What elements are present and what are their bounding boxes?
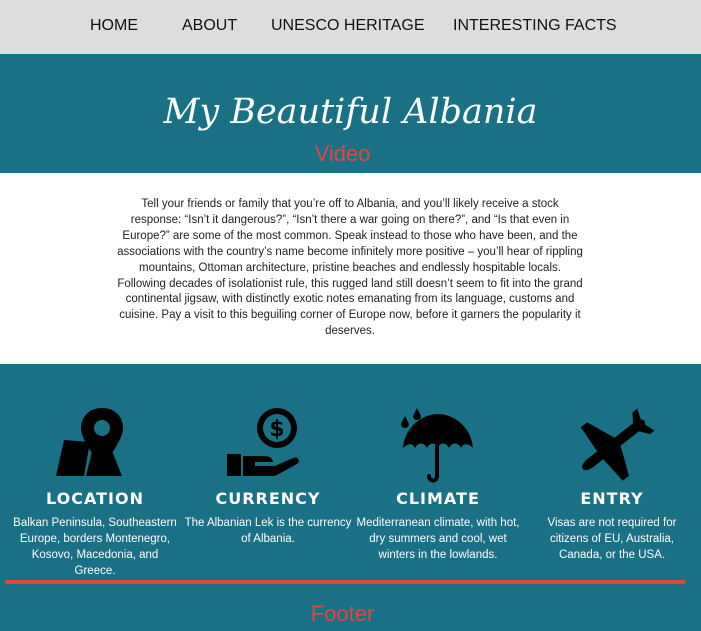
currency-hand-icon: $ xyxy=(227,408,299,476)
feature-description: Balkan Peninsula, Southeastern Europe, b… xyxy=(13,517,177,577)
feature-title: LOCATION xyxy=(46,489,144,508)
footer-divider xyxy=(5,580,685,584)
feature-title: CURRENCY xyxy=(215,489,321,508)
feature-description: Mediterranean climate, with hot, dry sum… xyxy=(356,517,520,561)
feature-description: Visas are not required for citizens of E… xyxy=(547,517,677,561)
top-nav: HOME ABOUT UNESCO HERITAGE INTERESTING F… xyxy=(0,0,701,54)
umbrella-rain-icon xyxy=(401,408,473,483)
nav-unesco-heritage-link[interactable]: UNESCO HERITAGE xyxy=(271,17,425,35)
airplane-icon xyxy=(580,408,655,481)
footer-label: Footer xyxy=(310,601,375,626)
hero-banner: My Beautiful Albania Video xyxy=(0,54,701,173)
feature-title: ENTRY xyxy=(580,489,644,508)
svg-text:$: $ xyxy=(269,417,284,442)
feature-description: The Albanian Lek is the currency of Alba… xyxy=(184,517,352,545)
video-placeholder[interactable]: Video xyxy=(0,141,685,167)
feature-title: CLIMATE xyxy=(396,489,480,508)
features-section: LOCATION Balkan Peninsula, Southeastern … xyxy=(0,364,701,631)
intro-paragraph: Tell your friends or family that you’re … xyxy=(117,198,583,338)
nav-interesting-facts-link[interactable]: INTERESTING FACTS xyxy=(453,17,617,35)
nav-home-link[interactable]: HOME xyxy=(90,17,138,35)
nav-about-link[interactable]: ABOUT xyxy=(182,17,237,35)
intro-section: Tell your friends or family that you’re … xyxy=(0,173,701,364)
map-pin-icon xyxy=(56,408,123,476)
page-title: My Beautiful Albania xyxy=(163,92,538,132)
